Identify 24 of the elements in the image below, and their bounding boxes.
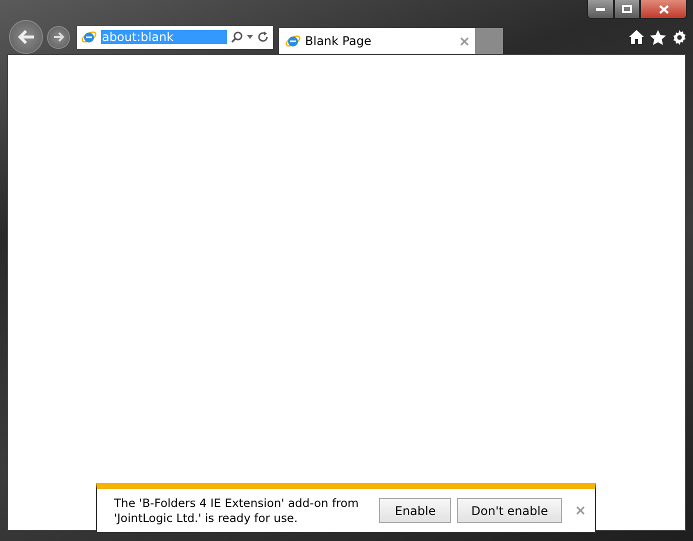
forward-button[interactable] <box>47 26 70 48</box>
dont-enable-button[interactable]: Don't enable <box>457 498 562 523</box>
settings-icon[interactable] <box>672 30 687 44</box>
close-icon[interactable] <box>460 36 469 46</box>
dropdown-icon[interactable] <box>247 35 253 39</box>
notification-message: The 'B-Folders 4 IE Extension' add-on from 'JointLogic Ltd.' is ready for use. <box>114 496 360 526</box>
close-icon <box>658 4 668 14</box>
globe-e-icon <box>81 29 97 45</box>
refresh-icon[interactable] <box>257 31 269 43</box>
maximize-icon <box>622 5 632 13</box>
forward-arrow-icon <box>52 32 64 42</box>
search-icon[interactable] <box>231 31 243 43</box>
back-button[interactable] <box>9 20 43 54</box>
home-icon[interactable] <box>629 30 644 44</box>
globe-e-icon <box>285 33 301 49</box>
minimize-icon <box>596 8 605 10</box>
close-button[interactable] <box>640 0 687 19</box>
back-arrow-icon <box>17 29 35 45</box>
enable-button[interactable]: Enable <box>379 498 452 523</box>
browser-tab[interactable]: Blank Page <box>279 28 475 54</box>
close-icon[interactable] <box>576 506 585 515</box>
star-icon[interactable] <box>650 30 666 44</box>
minimize-button[interactable] <box>587 0 614 19</box>
maximize-button[interactable] <box>614 0 640 19</box>
